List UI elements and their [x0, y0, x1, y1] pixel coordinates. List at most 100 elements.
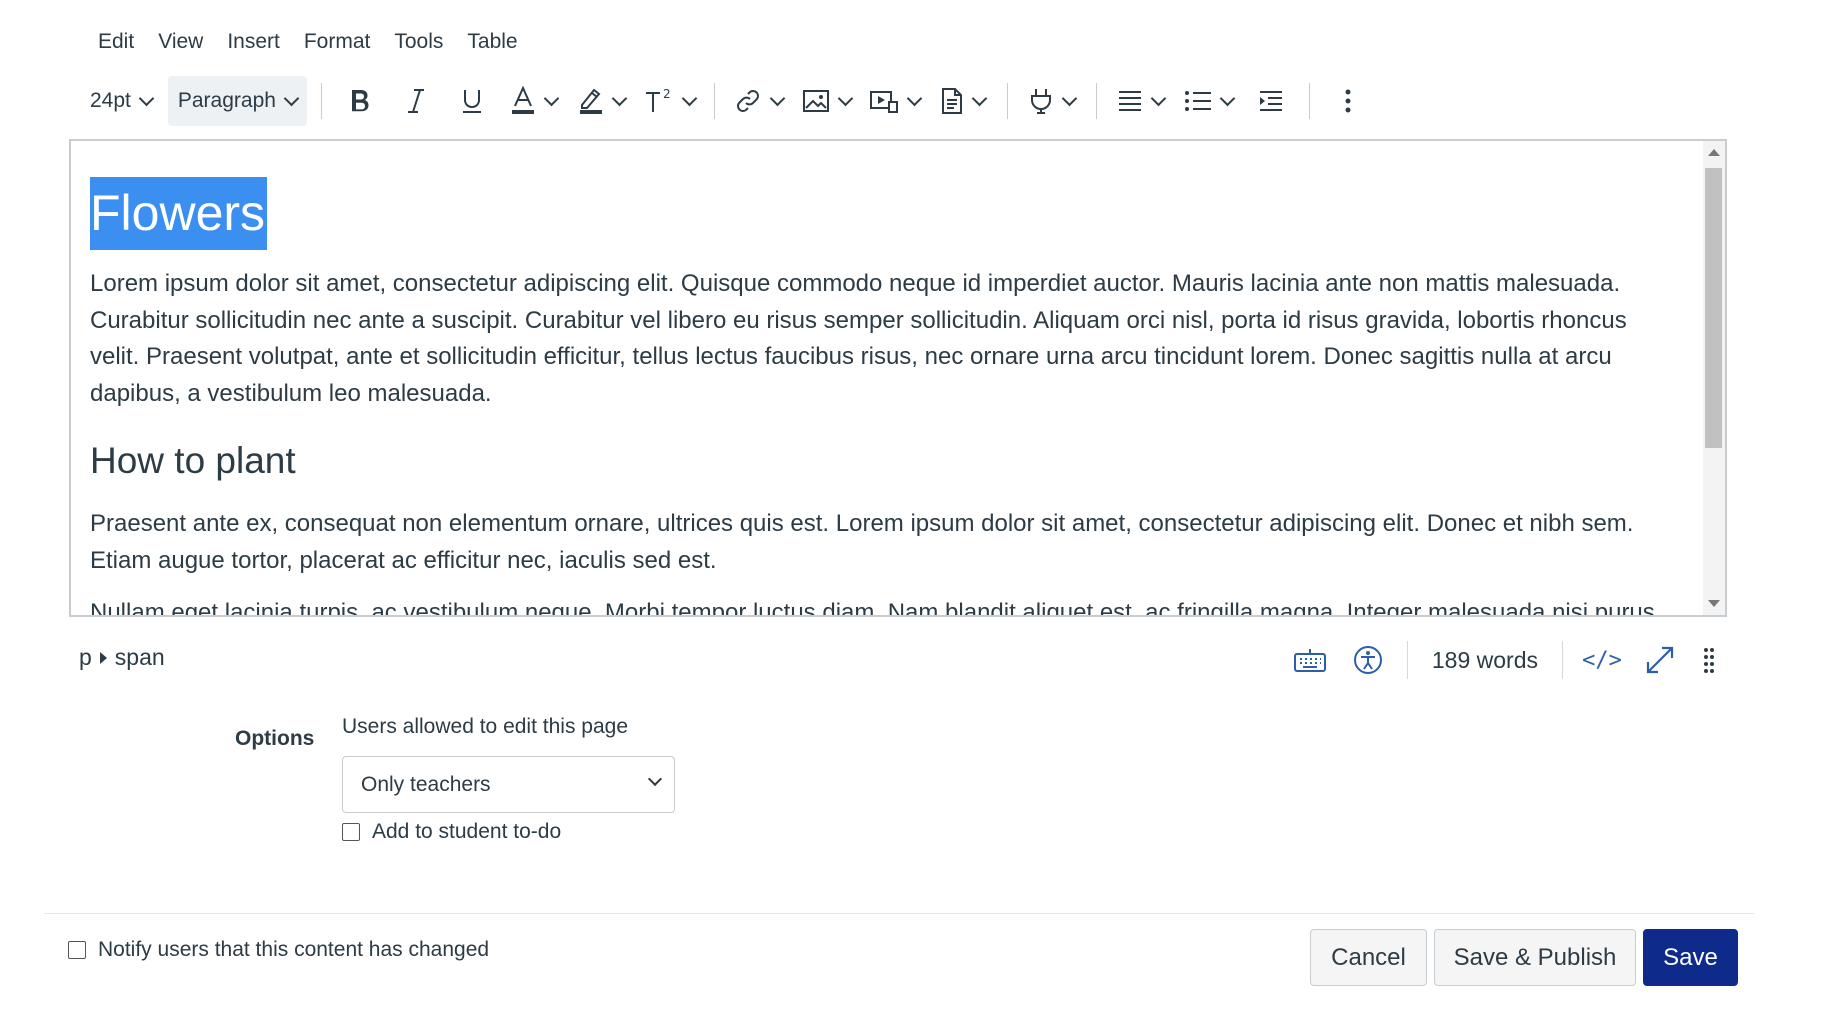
font-size-value: 24pt — [90, 89, 131, 112]
text-color-button[interactable] — [500, 76, 568, 126]
chevron-down-icon — [612, 90, 628, 106]
paragraph-planting[interactable]: Praesent ante ex, consequat non elementu… — [90, 506, 1680, 579]
superscript-icon: 2 — [646, 87, 671, 112]
more-vertical-icon — [1345, 89, 1351, 113]
footer-divider — [44, 913, 1754, 914]
edit-permission-label: Users allowed to edit this page — [342, 715, 628, 738]
menu-insert[interactable]: Insert — [215, 22, 292, 62]
bullet-list-icon — [1185, 91, 1212, 111]
document-icon — [942, 88, 963, 114]
indent-icon — [1259, 91, 1282, 111]
more-options-button[interactable] — [1320, 76, 1376, 126]
toolbar-divider — [713, 83, 715, 119]
drag-handle-icon — [1704, 648, 1714, 673]
paragraph-intro[interactable]: Lorem ipsum dolor sit amet, consectetur … — [90, 266, 1680, 412]
underline-button[interactable] — [444, 76, 500, 126]
image-button[interactable] — [793, 76, 861, 126]
bold-button[interactable] — [332, 76, 388, 126]
editor-toolbar: 24pt Paragraph 2 — [80, 74, 1376, 128]
notify-users-option[interactable]: Notify users that this content has chang… — [68, 938, 489, 962]
italic-button[interactable] — [388, 76, 444, 126]
element-path: p span — [79, 644, 165, 671]
toolbar-divider — [1308, 83, 1310, 119]
block-format-select[interactable]: Paragraph — [167, 76, 307, 126]
superscript-button[interactable]: 2 — [636, 76, 704, 126]
chevron-down-icon — [838, 90, 854, 106]
menu-format[interactable]: Format — [292, 22, 383, 62]
options-label: Options — [235, 727, 315, 750]
chevron-down-icon — [1220, 90, 1236, 106]
list-button[interactable] — [1175, 76, 1243, 126]
keyboard-shortcuts-button[interactable] — [1281, 640, 1339, 680]
editor-statusbar: p span 189 words </> — [79, 640, 1729, 680]
code-icon: </> — [1582, 647, 1622, 673]
svg-text:2: 2 — [663, 87, 671, 101]
link-button[interactable] — [725, 76, 793, 126]
notify-users-label[interactable]: Notify users that this content has chang… — [98, 938, 489, 962]
path-span[interactable]: span — [115, 644, 165, 671]
editor-content[interactable]: Flowers Lorem ipsum dolor sit amet, cons… — [90, 177, 1680, 615]
save-and-publish-button[interactable]: Save & Publish — [1434, 929, 1636, 986]
text-color-icon — [512, 86, 535, 114]
html-editor-toggle[interactable]: </> — [1573, 640, 1631, 680]
menu-view[interactable]: View — [146, 22, 215, 62]
fullscreen-button[interactable] — [1631, 640, 1689, 680]
statusbar-actions: 189 words </> — [1281, 640, 1729, 680]
path-p[interactable]: p — [79, 644, 92, 671]
word-count[interactable]: 189 words — [1418, 647, 1552, 674]
toolbar-divider — [1095, 83, 1097, 119]
rich-text-editor[interactable]: Flowers Lorem ipsum dolor sit amet, cons… — [69, 139, 1727, 617]
save-button[interactable]: Save — [1643, 929, 1738, 986]
student-todo-option[interactable]: Add to student to-do — [342, 820, 561, 844]
apps-plugin-button[interactable] — [1018, 76, 1086, 126]
edit-permission-value: Only teachers — [361, 772, 491, 796]
chevron-down-icon — [972, 90, 988, 106]
indent-button[interactable] — [1243, 76, 1299, 126]
notify-users-checkbox[interactable] — [68, 941, 86, 959]
bold-icon — [351, 90, 369, 112]
heading-flowers-selected[interactable]: Flowers — [90, 177, 268, 250]
expand-icon — [1646, 646, 1674, 674]
highlight-color-button[interactable] — [568, 76, 636, 126]
statusbar-divider — [1406, 641, 1408, 679]
document-button[interactable] — [929, 76, 997, 126]
scroll-down-arrow-icon[interactable] — [1708, 600, 1720, 607]
chevron-down-icon — [770, 90, 786, 106]
chevron-down-icon — [1151, 90, 1167, 106]
chevron-down-icon — [138, 90, 155, 106]
chevron-down-icon — [544, 90, 560, 106]
media-button[interactable] — [861, 76, 929, 126]
image-icon — [803, 90, 830, 112]
align-left-icon — [1119, 91, 1142, 111]
block-format-value: Paragraph — [177, 89, 276, 112]
statusbar-divider — [1562, 641, 1563, 679]
accessibility-icon — [1353, 646, 1382, 674]
resize-handle[interactable] — [1689, 640, 1729, 680]
student-todo-checkbox[interactable] — [342, 823, 360, 841]
chevron-down-icon — [907, 90, 923, 106]
font-size-select[interactable]: 24pt — [80, 76, 162, 126]
chevron-down-icon — [283, 90, 300, 106]
link-icon — [737, 90, 760, 112]
path-arrow-icon — [99, 651, 107, 664]
paragraph-partial[interactable]: Nullam eget lacinia turpis, ac vestibulu… — [90, 595, 1680, 615]
cancel-button[interactable]: Cancel — [1310, 929, 1427, 986]
menu-tools[interactable]: Tools — [382, 22, 455, 62]
scroll-up-arrow-icon[interactable] — [1708, 149, 1720, 156]
edit-permission-select[interactable]: Only teachers — [342, 756, 675, 813]
menu-table[interactable]: Table — [455, 22, 529, 62]
accessibility-checker-button[interactable] — [1339, 640, 1397, 680]
menu-edit[interactable]: Edit — [86, 22, 146, 62]
align-button[interactable] — [1107, 76, 1175, 126]
toolbar-divider — [320, 83, 322, 119]
student-todo-label[interactable]: Add to student to-do — [372, 820, 561, 844]
plug-icon — [1031, 89, 1052, 114]
chevron-down-icon — [647, 771, 663, 787]
highlighter-icon — [580, 88, 603, 114]
heading-how-to-plant[interactable]: How to plant — [90, 436, 1680, 486]
scrollbar-thumb[interactable] — [1705, 168, 1722, 448]
editor-menubar: Edit View Insert Format Tools Table — [86, 22, 530, 62]
editor-scrollbar[interactable] — [1703, 141, 1725, 615]
underline-icon — [462, 90, 481, 113]
chevron-down-icon — [682, 90, 698, 106]
